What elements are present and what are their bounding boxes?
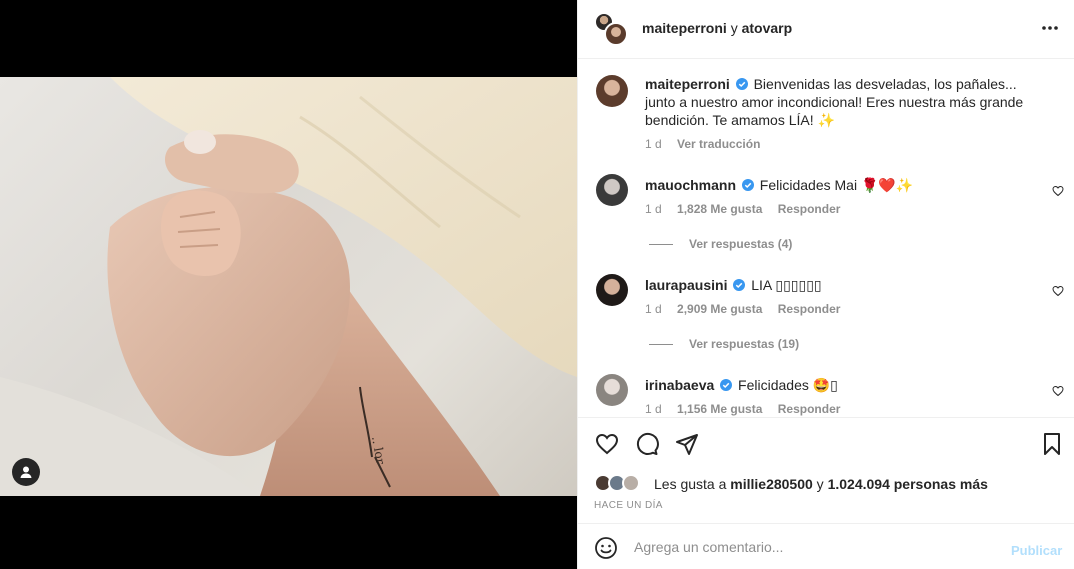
post-header: maiteperroni y atovarp: [578, 0, 1074, 59]
post-actions: Les gusta a millie280500 y 1.024.094 per…: [578, 417, 1074, 523]
hands-photo-illustration: .. lor: [0, 77, 577, 496]
comment-text: Felicidades Mai 🌹❤️✨: [759, 177, 914, 193]
likes-prefix: Les gusta a: [654, 476, 731, 492]
comment-likes-count[interactable]: 2,909 Me gusta: [677, 302, 762, 316]
replies-divider: [649, 244, 673, 246]
comment-text-row: mauochmann Felicidades Mai 🌹❤️✨: [645, 176, 1025, 194]
owners-connector: y: [726, 20, 742, 36]
tagged-user-button[interactable]: [12, 458, 40, 486]
verified-badge-icon: [741, 179, 754, 191]
avatar: [604, 22, 628, 46]
reply-button[interactable]: Responder: [778, 202, 841, 216]
instagram-post-modal: .. lor maiteperroni y atovarp maiteperro…: [0, 0, 1074, 569]
caption-time[interactable]: 1 d: [645, 137, 662, 151]
comment-time[interactable]: 1 d: [645, 302, 662, 316]
comment-username-link[interactable]: mauochmann: [645, 177, 736, 193]
collab-avatars[interactable]: [594, 12, 628, 46]
avatar[interactable]: [596, 374, 628, 406]
comment-bubble-icon[interactable]: [635, 432, 659, 456]
comment-username-link[interactable]: irinabaeva: [645, 377, 714, 393]
like-comment-heart-icon[interactable]: [1052, 285, 1064, 297]
comment-text-row: laurapausini LIA ▯▯▯▯▯▯: [645, 276, 1025, 294]
comment-text: LIA ▯▯▯▯▯▯: [751, 277, 822, 293]
caption-username-link[interactable]: maiteperroni: [645, 76, 730, 92]
comment-username-link[interactable]: laurapausini: [645, 277, 727, 293]
share-paper-plane-icon[interactable]: [675, 432, 699, 456]
view-replies-button[interactable]: Ver respuestas (19): [649, 337, 799, 351]
post-caption: maiteperroni Bienvenidas las desveladas,…: [645, 75, 1050, 129]
comment-likes-count[interactable]: 1,156 Me gusta: [677, 402, 762, 416]
likers-avatars[interactable]: [594, 474, 644, 494]
reply-button[interactable]: Responder: [778, 402, 841, 416]
replies-divider: [649, 344, 673, 346]
post-media: .. lor: [0, 0, 577, 569]
liker-username-link[interactable]: millie280500: [730, 476, 813, 492]
like-comment-heart-icon[interactable]: [1052, 185, 1064, 197]
post-photo[interactable]: .. lor: [0, 77, 577, 496]
view-replies-label: Ver respuestas (19): [689, 337, 800, 351]
comment-meta: 1 d 2,909 Me gusta Responder: [645, 302, 852, 316]
comment-meta: 1 d 1,156 Me gusta Responder: [645, 402, 852, 416]
avatar[interactable]: [596, 75, 628, 107]
post-side-panel: maiteperroni y atovarp maiteperroni Bien…: [577, 0, 1074, 569]
comment-input[interactable]: [634, 536, 994, 558]
view-replies-button[interactable]: Ver respuestas (4): [649, 237, 792, 251]
avatar: [622, 474, 640, 492]
comment-time[interactable]: 1 d: [645, 202, 662, 216]
more-horizontal-icon: [1042, 26, 1058, 30]
likes-middle: y: [812, 476, 828, 492]
avatar[interactable]: [596, 274, 628, 306]
owner-username-link[interactable]: atovarp: [742, 20, 793, 36]
likes-text: Les gusta a millie280500 y 1.024.094 per…: [654, 476, 988, 492]
likes-count-link[interactable]: 1.024.094 personas más: [828, 476, 988, 492]
emoji-icon[interactable]: [594, 536, 618, 560]
verified-badge-icon: [720, 379, 733, 391]
comment-text-row: irinabaeva Felicidades 🤩▯: [645, 376, 1025, 394]
publish-button[interactable]: Publicar: [1011, 543, 1062, 558]
like-comment-heart-icon[interactable]: [1052, 385, 1064, 397]
verified-badge-icon: [733, 279, 746, 291]
more-options-button[interactable]: [1040, 18, 1060, 43]
comment-text: Felicidades 🤩▯: [738, 377, 838, 393]
comment-likes-count[interactable]: 1,828 Me gusta: [677, 202, 762, 216]
avatar[interactable]: [596, 174, 628, 206]
comment-meta: 1 d 1,828 Me gusta Responder: [645, 202, 852, 216]
reply-button[interactable]: Responder: [778, 302, 841, 316]
post-timestamp[interactable]: HACE UN DÍA: [594, 500, 663, 511]
owner-username-link[interactable]: maiteperroni: [642, 20, 727, 36]
caption-meta: 1 d Ver traducción: [645, 137, 772, 151]
translate-link[interactable]: Ver traducción: [677, 137, 760, 151]
verified-badge-icon: [735, 78, 748, 90]
like-heart-icon[interactable]: [595, 432, 619, 456]
post-owners: maiteperroni y atovarp: [642, 20, 792, 36]
comment-time[interactable]: 1 d: [645, 402, 662, 416]
user-icon: [20, 466, 32, 478]
save-bookmark-icon[interactable]: [1040, 432, 1064, 456]
comments-list[interactable]: maiteperroni Bienvenidas las desveladas,…: [578, 60, 1074, 416]
add-comment-bar: Publicar: [578, 523, 1074, 569]
view-replies-label: Ver respuestas (4): [689, 237, 793, 251]
